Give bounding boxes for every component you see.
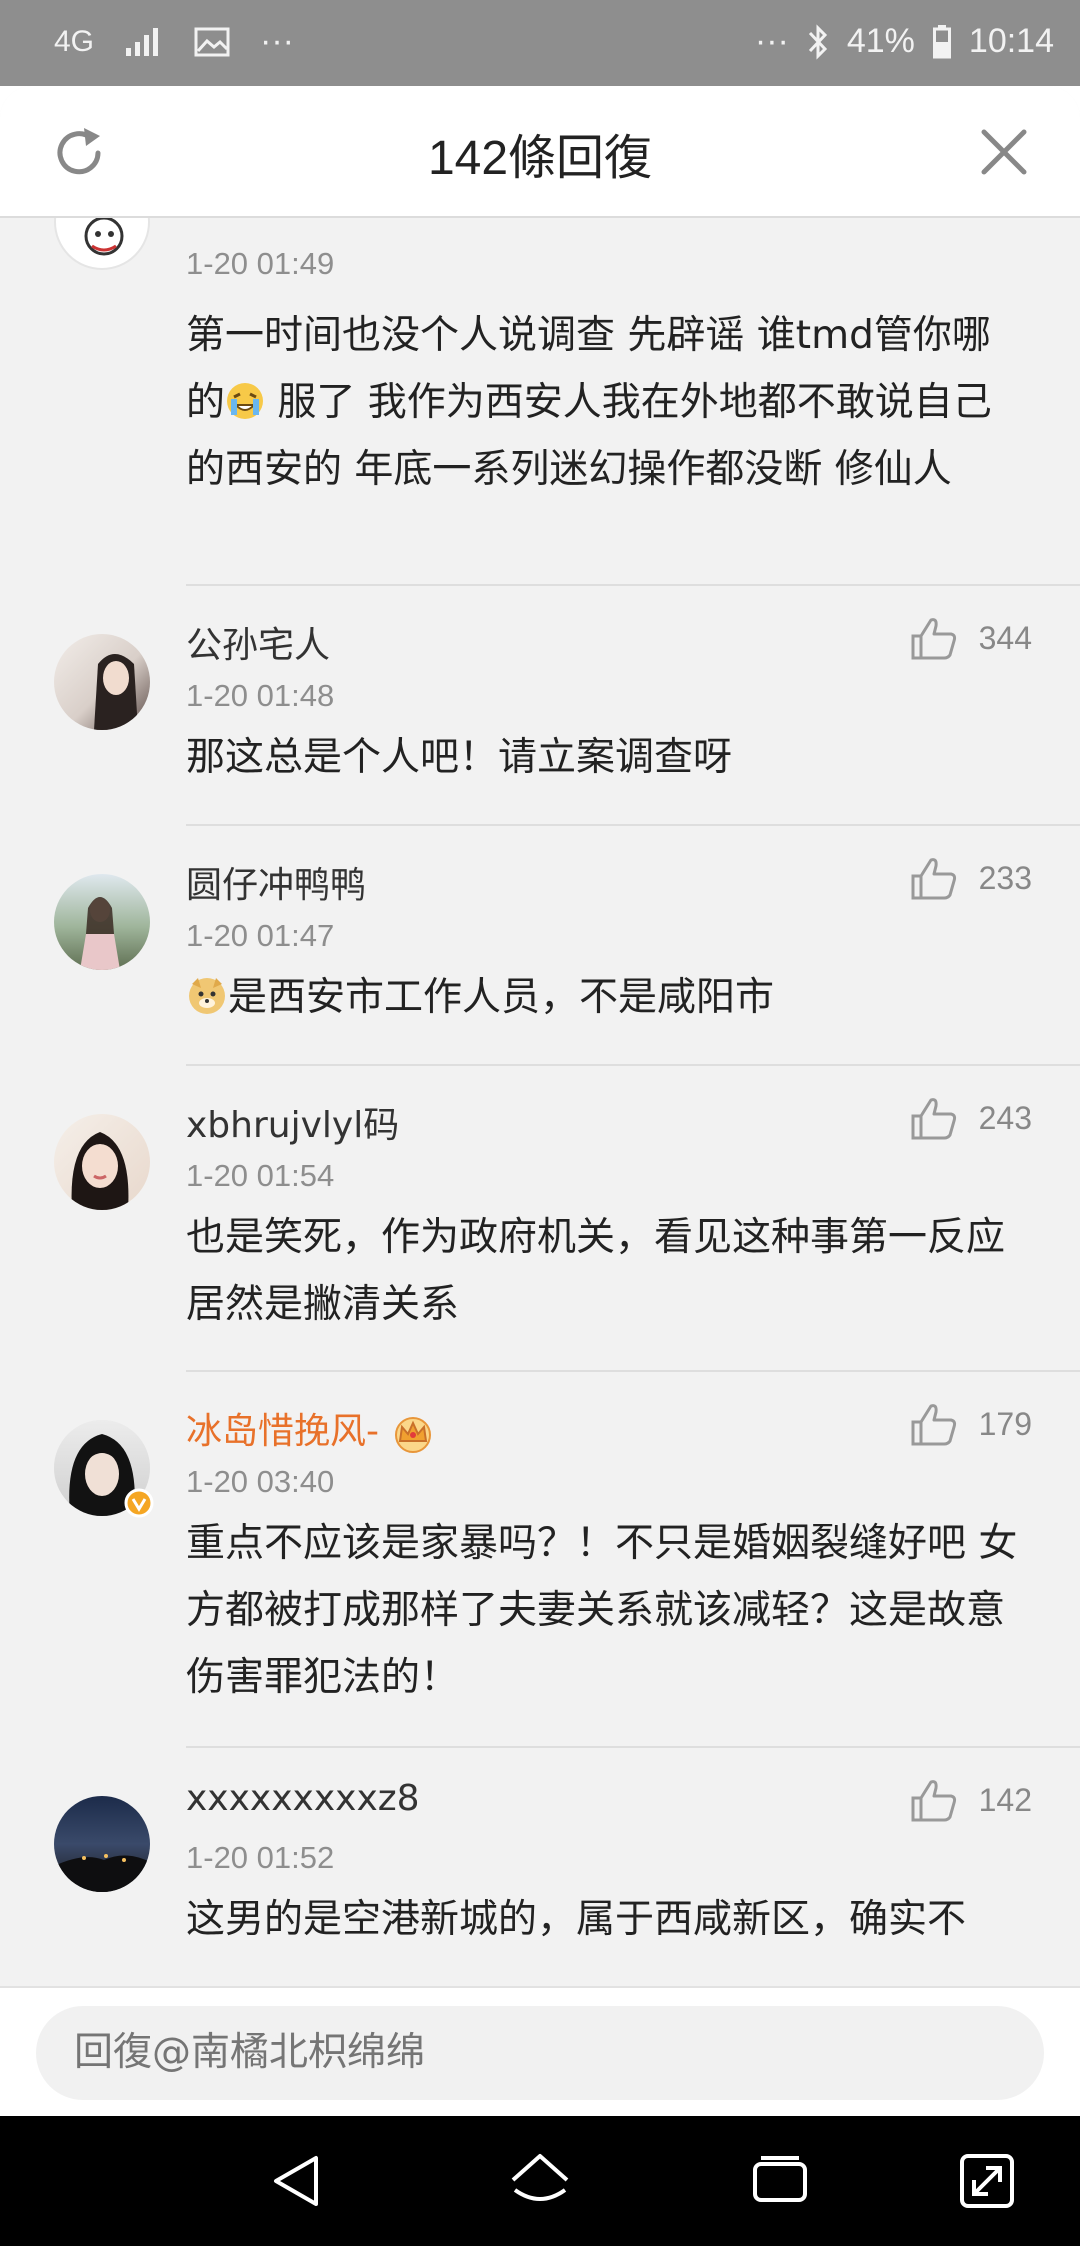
comment-text-part: 是西安市工作人员，不是咸阳市 xyxy=(228,975,775,1020)
comment-item[interactable]: xbhrujvlyl码 243 1-20 01:54 也是笑死，作为政府机关，看… xyxy=(0,1066,1080,1372)
like-button[interactable]: 233 xyxy=(911,856,1032,900)
comment-item[interactable]: 冰岛惜挽风- 179 1-20 03:40 重点不应该是家暴吗？！不只是婚姻裂缝… xyxy=(0,1372,1080,1748)
back-icon[interactable] xyxy=(262,2146,332,2216)
comment-item[interactable]: 公孙宅人 344 1-20 01:48 那这总是个人吧！请立案调查呀 xyxy=(0,586,1080,826)
username[interactable]: 公孙宅人 xyxy=(186,616,330,668)
home-icon[interactable] xyxy=(505,2146,575,2216)
avatar[interactable] xyxy=(54,634,150,730)
expand-icon[interactable] xyxy=(952,2146,1022,2216)
comment-text: 也是笑死，作为政府机关，看见这种事第一反应居然是撇清关系 xyxy=(186,1215,1006,1327)
verified-badge-icon xyxy=(124,1488,154,1518)
comment-text: 是西安市工作人员，不是咸阳市 xyxy=(186,964,1026,1031)
doge-emoji-icon xyxy=(189,978,225,1014)
like-button[interactable]: 179 xyxy=(911,1402,1032,1446)
comment-text: 第一时间也没个人说调查 先辟谣 谁tmd管你哪的 服了 我作为西安人我在外地都不… xyxy=(186,302,1026,503)
clock: 10:14 xyxy=(968,22,1054,60)
like-button[interactable]: 243 xyxy=(911,1096,1032,1140)
comment-text: 这男的是空港新城的，属于西咸新区，确实不 xyxy=(186,1897,967,1942)
comment-time: 1-20 03:40 xyxy=(186,1464,335,1499)
reply-bar xyxy=(0,1986,1080,2116)
avatar[interactable] xyxy=(54,874,150,970)
more-status: ··· xyxy=(754,22,789,60)
thumbs-up-icon xyxy=(911,1780,956,1822)
status-bar: 4G ··· ··· 41% 10:14 xyxy=(0,0,1080,86)
comment-item[interactable]: xxxxxxxxxz8 142 1-20 01:52 这男的是空港新城的，属于西… xyxy=(0,1748,1080,1986)
comment-text-part: 服了 我作为西安人我在外地都不敢说自己的西安的 年底一系列迷幻操作都没断 修仙人 xyxy=(186,380,992,492)
like-count: 243 xyxy=(978,1099,1032,1136)
avatar[interactable] xyxy=(54,1796,150,1892)
crying-laughing-emoji-icon xyxy=(227,383,264,419)
comment-list[interactable]: 1-20 01:49 第一时间也没个人说调查 先辟谣 谁tmd管你哪的 服了 我… xyxy=(0,218,1080,1986)
avatar[interactable] xyxy=(54,1114,150,1210)
navigation-bar xyxy=(0,2116,1080,2246)
like-count: 179 xyxy=(978,1405,1032,1442)
user-photo-icon xyxy=(80,897,120,970)
thumbs-up-icon xyxy=(911,858,956,900)
like-button[interactable]: 344 xyxy=(911,616,1032,660)
avatar[interactable] xyxy=(54,1420,154,1518)
network-type: 4G xyxy=(54,24,95,58)
user-photo-icon xyxy=(71,1132,129,1210)
cartoon-avatar-icon xyxy=(84,218,124,256)
avatar[interactable] xyxy=(54,218,150,270)
comment-time: 1-20 01:52 xyxy=(186,1840,335,1875)
like-count: 344 xyxy=(978,619,1032,656)
recent-apps-icon[interactable] xyxy=(745,2146,815,2216)
username[interactable]: xxxxxxxxxz8 xyxy=(186,1778,420,1819)
comment-text: 那这总是个人吧！请立案调查呀 xyxy=(186,735,733,780)
user-photo-icon xyxy=(94,654,138,730)
comment-item[interactable]: 圆仔冲鸭鸭 233 1-20 01:47 是西安市工作人员，不是咸阳市 xyxy=(0,826,1080,1066)
page-title: 142條回復 xyxy=(427,132,653,185)
comment-text: 重点不应该是家暴吗？！不只是婚姻裂缝好吧 女方都被打成那样了夫妻关系就该减轻？这… xyxy=(186,1521,1018,1700)
thumbs-up-icon xyxy=(911,618,956,660)
like-count: 233 xyxy=(978,859,1032,896)
crown-icon xyxy=(395,1417,432,1453)
battery-icon xyxy=(932,24,951,58)
comment-time: 1-20 01:48 xyxy=(186,678,335,713)
like-count: 142 xyxy=(978,1781,1032,1818)
comment-time: 1-20 01:49 xyxy=(186,246,335,281)
image-icon xyxy=(194,27,230,56)
comment-time: 1-20 01:54 xyxy=(186,1158,335,1193)
battery-percent: 41% xyxy=(846,22,915,60)
close-icon[interactable] xyxy=(976,124,1032,180)
signal-icon xyxy=(126,27,159,56)
username[interactable]: xbhrujvlyl码 xyxy=(186,1096,399,1148)
username[interactable]: 圆仔冲鸭鸭 xyxy=(186,856,366,908)
user-photo-icon xyxy=(54,1854,150,1892)
thumbs-up-icon xyxy=(911,1404,956,1446)
reply-input[interactable] xyxy=(36,2006,1044,2100)
like-button[interactable]: 142 xyxy=(911,1778,1032,1822)
username-text: 冰岛惜挽风- xyxy=(186,1411,379,1452)
comment-time: 1-20 01:47 xyxy=(186,918,335,953)
sheet-header: 142條回復 xyxy=(0,86,1080,218)
username[interactable]: 冰岛惜挽风- xyxy=(186,1402,436,1454)
more-notifications: ··· xyxy=(260,22,294,60)
thumbs-up-icon xyxy=(911,1098,956,1140)
replies-sheet: 142條回復 1-20 01:49 第一时间也没个人说调查 先辟谣 谁tmd管你… xyxy=(0,86,1080,1986)
bluetooth-icon xyxy=(808,23,827,60)
